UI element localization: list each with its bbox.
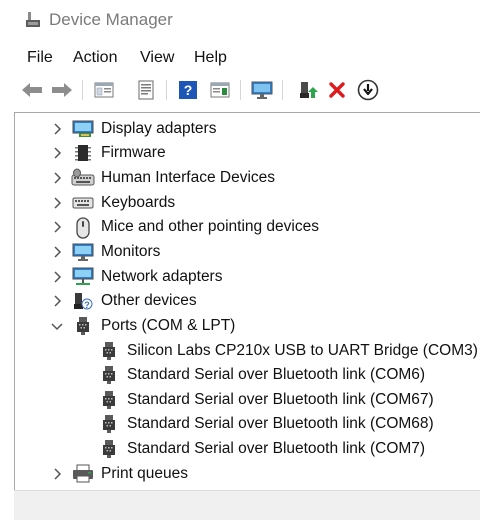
- tree-node-label: Display adapters: [101, 120, 217, 137]
- device-manager-window: Device Manager File Action View Help ? D…: [0, 0, 480, 520]
- tree-node-firmware[interactable]: Firmware: [15, 141, 480, 165]
- tree-node-port-com7[interactable]: Standard Serial over Bluetooth link (COM…: [15, 437, 480, 461]
- tree-node-ports[interactable]: Ports (COM & LPT): [15, 314, 480, 338]
- menu-view[interactable]: View: [140, 45, 174, 71]
- disable-device-icon[interactable]: [356, 78, 380, 102]
- chevron-right-icon[interactable]: [49, 244, 65, 260]
- tree-node-network-adapters[interactable]: Network adapters: [15, 265, 480, 289]
- toolbar-separator: [82, 80, 83, 100]
- chevron-right-icon[interactable]: [49, 121, 65, 137]
- firmware-chip-icon: [74, 143, 94, 163]
- tree-node-label: Ports (COM & LPT): [101, 317, 236, 334]
- toolbar-separator: [240, 80, 241, 100]
- svg-text:?: ?: [184, 82, 193, 98]
- tree-node-label: Firmware: [101, 144, 166, 161]
- chevron-right-icon[interactable]: [49, 269, 65, 285]
- hid-icon: [71, 168, 95, 188]
- window-title: Device Manager: [49, 10, 173, 29]
- tree-node-label: Network adapters: [101, 268, 223, 285]
- back-arrow-icon[interactable]: [20, 78, 44, 102]
- port-icon: [100, 390, 120, 410]
- device-tree[interactable]: Display adapters Firmware Human Interfac…: [14, 112, 480, 491]
- port-icon: [74, 316, 94, 336]
- tree-node-label: Human Interface Devices: [101, 169, 276, 186]
- menu-action[interactable]: Action: [73, 45, 117, 71]
- unknown-device-icon: ?: [72, 291, 93, 311]
- forward-arrow-icon[interactable]: [50, 78, 74, 102]
- tree-node-port-com68[interactable]: Standard Serial over Bluetooth link (COM…: [15, 412, 480, 436]
- menu-help[interactable]: Help: [194, 45, 227, 71]
- tree-node-label: Silicon Labs CP210x USB to UART Bridge (…: [127, 342, 478, 359]
- tree-node-port-com3[interactable]: Silicon Labs CP210x USB to UART Bridge (…: [15, 339, 480, 363]
- network-adapter-icon: [72, 267, 94, 287]
- toolbar-separator: [166, 80, 167, 100]
- chevron-right-icon[interactable]: [49, 170, 65, 186]
- tree-node-label: Standard Serial over Bluetooth link (COM…: [127, 391, 434, 408]
- uninstall-device-icon[interactable]: [325, 78, 349, 102]
- tree-node-monitors[interactable]: Monitors: [15, 240, 480, 264]
- device-manager-icon: [24, 11, 42, 29]
- port-icon: [100, 439, 120, 459]
- computer-monitor-icon[interactable]: [250, 78, 274, 102]
- keyboard-icon: [72, 193, 94, 213]
- action-pane-icon[interactable]: [208, 78, 232, 102]
- display-adapter-icon: [72, 119, 94, 139]
- properties-icon[interactable]: [134, 78, 158, 102]
- chevron-down-icon[interactable]: [49, 318, 65, 334]
- update-driver-icon[interactable]: [296, 78, 320, 102]
- help-icon[interactable]: ?: [176, 78, 200, 102]
- chevron-right-icon[interactable]: [49, 195, 65, 211]
- tree-node-mice[interactable]: Mice and other pointing devices: [15, 215, 480, 239]
- show-hide-console-tree-icon[interactable]: [92, 78, 116, 102]
- menu-bar: File Action View Help: [0, 45, 480, 71]
- chevron-right-icon[interactable]: [49, 293, 65, 309]
- chevron-right-icon[interactable]: [49, 466, 65, 482]
- chevron-right-icon[interactable]: [49, 219, 65, 235]
- tree-node-label: Print queues: [101, 465, 189, 482]
- tree-node-label: Keyboards: [101, 194, 176, 211]
- port-icon: [100, 414, 120, 434]
- menu-file[interactable]: File: [27, 45, 53, 71]
- tree-node-print-queues[interactable]: Print queues: [15, 462, 480, 486]
- tree-node-human-interface-devices[interactable]: Human Interface Devices: [15, 166, 480, 190]
- tree-node-display-adapters[interactable]: Display adapters: [15, 117, 480, 141]
- title-bar: Device Manager: [0, 0, 480, 40]
- tree-node-label: Standard Serial over Bluetooth link (COM…: [127, 415, 434, 432]
- tree-node-label: Standard Serial over Bluetooth link (COM…: [127, 440, 426, 457]
- monitor-icon: [72, 242, 94, 262]
- tree-node-label: Monitors: [101, 243, 161, 260]
- printer-icon: [72, 464, 93, 484]
- tree-node-port-com6[interactable]: Standard Serial over Bluetooth link (COM…: [15, 363, 480, 387]
- mouse-icon: [75, 217, 95, 239]
- svg-text:?: ?: [84, 300, 90, 310]
- tree-node-port-com67[interactable]: Standard Serial over Bluetooth link (COM…: [15, 388, 480, 412]
- tree-node-label: Standard Serial over Bluetooth link (COM…: [127, 366, 426, 383]
- status-bar: [14, 490, 480, 520]
- chevron-right-icon[interactable]: [49, 145, 65, 161]
- tree-node-label: Mice and other pointing devices: [101, 218, 319, 235]
- port-icon: [100, 341, 120, 361]
- tree-node-keyboards[interactable]: Keyboards: [15, 191, 480, 215]
- tree-node-other-devices[interactable]: ? Other devices: [15, 289, 480, 313]
- toolbar: ?: [0, 74, 480, 106]
- port-icon: [100, 365, 120, 385]
- tree-node-label: Other devices: [101, 292, 197, 309]
- toolbar-separator: [282, 80, 283, 100]
